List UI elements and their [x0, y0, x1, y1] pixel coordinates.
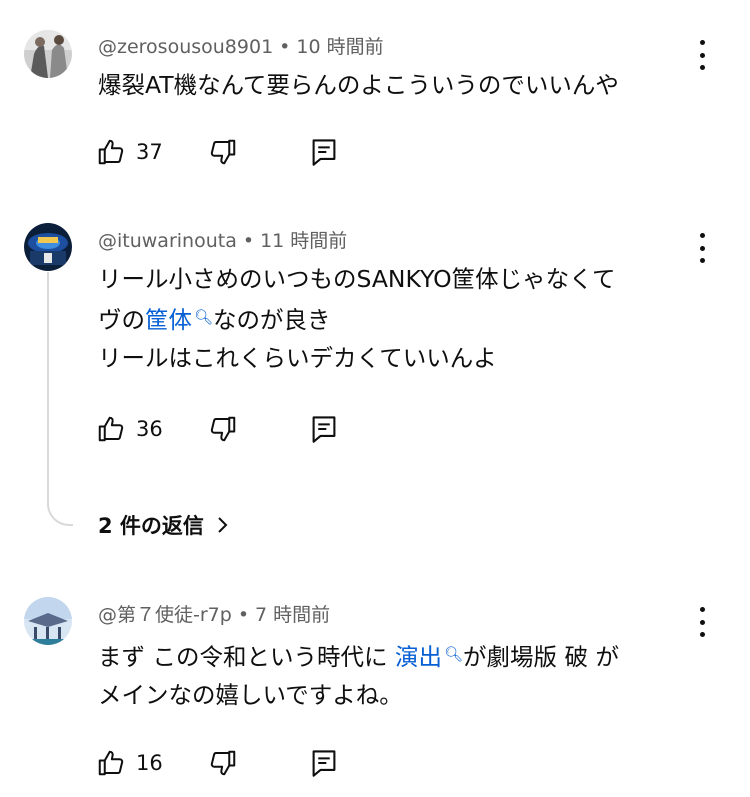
like-count: 36	[136, 417, 163, 441]
search-link-text: 演出	[394, 643, 442, 671]
comment-line: リール小さめのいつものSANKYO筐体じゃなくて	[98, 265, 616, 293]
comment-line: まず この令和という時代に 演出 🔍︎が劇場版 破 が	[98, 635, 619, 676]
comment-meta: @ituwarinouta • 11 時間前	[98, 226, 347, 253]
search-icon: 🔍︎	[194, 308, 214, 326]
meta-separator: •	[279, 36, 291, 58]
more-icon[interactable]	[690, 607, 714, 637]
more-icon[interactable]	[690, 233, 714, 263]
comment-line: メインなの嬉しいですよね。	[98, 681, 403, 709]
comment-time[interactable]: 10 時間前	[296, 36, 383, 58]
like-button[interactable]: 16	[96, 746, 163, 780]
more-icon[interactable]	[690, 40, 714, 70]
comment-actions: 37	[96, 135, 356, 169]
comment-time[interactable]: 11 時間前	[260, 230, 347, 252]
dislike-icon	[210, 139, 236, 165]
search-icon: 🔍︎	[443, 645, 463, 663]
comment-text: リール小さめのいつものSANKYO筐体じゃなくて ヴの筐体 🔍︎なのが良き リール…	[98, 260, 615, 377]
reply-button[interactable]	[310, 746, 338, 780]
replies-count: 2 件の返信	[98, 514, 204, 538]
like-icon	[98, 750, 124, 776]
comment-time[interactable]: 7 時間前	[255, 604, 330, 626]
text-segment: が劇場版 破 が	[463, 643, 619, 671]
like-count: 16	[136, 751, 163, 775]
reply-icon	[312, 139, 336, 166]
like-button[interactable]: 36	[96, 412, 163, 446]
chevron-right-icon	[218, 517, 228, 533]
reply-button[interactable]	[310, 412, 338, 446]
comment-actions: 36	[96, 412, 356, 446]
dislike-icon	[210, 416, 236, 442]
comment-meta: @zerosousou8901 • 10 時間前	[98, 32, 384, 59]
reply-button[interactable]	[310, 135, 338, 169]
text-segment: まず この令和という時代に	[98, 643, 395, 671]
search-link[interactable]: 筐体 🔍︎	[145, 306, 213, 334]
comment-line: 爆裂AT機なんて要らんのよこういうのでいいんや	[98, 71, 619, 99]
text-segment: なのが良き	[213, 306, 331, 334]
author-name[interactable]: @第７使徒-r7p	[98, 604, 232, 626]
reply-icon	[312, 416, 336, 443]
thread-line	[47, 272, 73, 526]
comment-line: リールはこれくらいデカくていいんよ	[98, 344, 497, 372]
dislike-button[interactable]	[208, 135, 238, 169]
comment-actions: 16	[96, 746, 356, 780]
dislike-icon	[210, 750, 236, 776]
like-icon	[98, 416, 124, 442]
avatar[interactable]	[24, 30, 72, 78]
comment-line: ヴの筐体 🔍︎なのが良き	[98, 298, 615, 339]
like-count: 37	[136, 140, 163, 164]
search-link-text: 筐体	[145, 306, 192, 334]
meta-separator: •	[242, 230, 255, 252]
author-name[interactable]: @ituwarinouta	[98, 230, 237, 252]
view-replies-button[interactable]: 2 件の返信	[98, 510, 228, 540]
comment-text: まず この令和という時代に 演出 🔍︎が劇場版 破 が メインなの嬉しいですよね。	[98, 635, 619, 714]
search-link[interactable]: 演出 🔍︎	[395, 643, 463, 671]
meta-separator: •	[237, 604, 250, 626]
avatar[interactable]	[24, 223, 72, 271]
dislike-button[interactable]	[208, 412, 238, 446]
reply-icon	[312, 750, 336, 777]
author-name[interactable]: @zerosousou8901	[98, 36, 273, 58]
comment-meta: @第７使徒-r7p • 7 時間前	[98, 600, 330, 627]
avatar[interactable]	[24, 597, 72, 645]
text-segment: ヴの	[98, 306, 145, 334]
comment-text: 爆裂AT機なんて要らんのよこういうのでいいんや	[98, 66, 619, 104]
dislike-button[interactable]	[208, 746, 238, 780]
like-button[interactable]: 37	[96, 135, 163, 169]
like-icon	[98, 139, 124, 165]
